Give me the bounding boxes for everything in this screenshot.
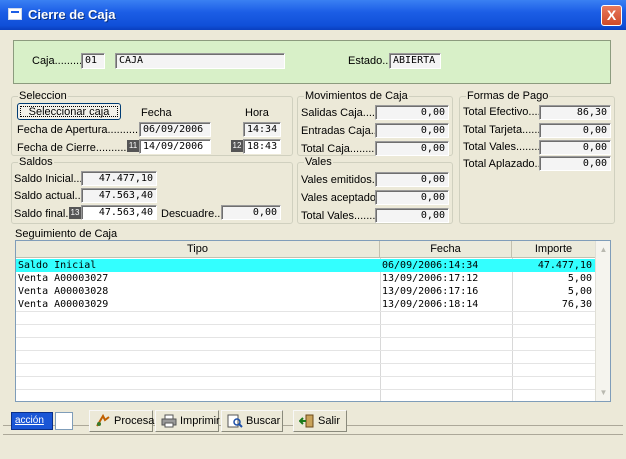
fecha-cierre-label: Fecha de Cierre.............. (17, 142, 139, 154)
row-divider (16, 376, 596, 377)
total-vales-pago-label: Total Vales........... (463, 141, 550, 153)
saldo-final-label: Saldo final.. (14, 208, 72, 220)
seleccion-title: Seleccion (18, 90, 68, 102)
fecha-header: Fecha (141, 107, 172, 119)
status-bar (3, 434, 623, 456)
title-bar[interactable]: Cierre de Caja X (0, 0, 626, 30)
row-divider (16, 350, 596, 351)
salidas-caja-field[interactable]: 0,00 (375, 105, 449, 120)
caja-name-field[interactable]: CAJA (115, 53, 285, 69)
saldo-inicial-label: Saldo Inicial.... (14, 173, 86, 185)
cell-importe: 5,00 (567, 286, 592, 297)
imprimir-button[interactable]: Imprimir (155, 410, 220, 432)
seleccionar-caja-button[interactable]: Seleccionar caja (17, 103, 121, 120)
fecha-apertura-field[interactable]: 06/09/2006 (139, 122, 211, 137)
caja-label: Caja......... (32, 55, 83, 67)
estado-field[interactable]: ABIERTA (389, 53, 441, 69)
fecha-cierre-field[interactable]: 14/09/2006 (139, 139, 211, 154)
window-icon (8, 8, 22, 20)
printer-icon (161, 414, 177, 428)
exit-door-icon (299, 414, 314, 428)
procesar-label: Procesar (114, 415, 159, 427)
row-divider (16, 324, 596, 325)
cell-fecha: 13/09/2006:17:12 (382, 273, 479, 284)
cell-importe: 5,00 (567, 273, 592, 284)
movimientos-title: Movimientos de Caja (304, 90, 409, 102)
total-aplazado-field[interactable]: 0,00 (539, 156, 611, 171)
saldo-actual-label: Saldo actual.... (14, 190, 87, 202)
cierre-de-caja-window: Cierre de Caja X Caja......... 01 CAJA E… (0, 0, 626, 459)
seleccionar-caja-label: Seleccionar caja (20, 106, 118, 118)
cell-fecha: 13/09/2006:17:16 (382, 286, 479, 297)
window-client-area: Caja......... 01 CAJA Estado.... ABIERTA… (3, 30, 623, 456)
vales-emitidos-field[interactable]: 0,00 (375, 172, 449, 187)
caja-code-field[interactable]: 01 (81, 53, 105, 69)
total-vales-pago-field[interactable]: 0,00 (539, 140, 611, 155)
seguimiento-title: Seguimiento de Caja (15, 228, 118, 240)
estado-label: Estado.... (348, 55, 395, 67)
saldos-title: Saldos (18, 156, 54, 168)
close-button[interactable]: X (601, 5, 622, 26)
total-efectivo-label: Total Efectivo....... (463, 106, 550, 118)
saldo-final-field[interactable]: 47.563,40 (81, 205, 157, 220)
entradas-caja-field[interactable]: 0,00 (375, 123, 449, 138)
cell-fecha: 13/09/2006:18:14 (382, 299, 479, 310)
procesar-button[interactable]: Procesar (89, 410, 158, 432)
row-divider (16, 363, 596, 364)
row-divider (16, 337, 596, 338)
window-title: Cierre de Caja (28, 7, 116, 22)
process-icon (96, 414, 110, 427)
buscar-button[interactable]: Buscar (221, 410, 283, 432)
table-row[interactable]: Saldo Inicial 06/09/2006:14:34 47.477,10 (16, 259, 596, 272)
table-header: Tipo Fecha Importe (16, 241, 596, 258)
scroll-down-icon[interactable]: ▼ (599, 388, 608, 397)
saldo-actual-field[interactable]: 47.563,40 (81, 188, 157, 203)
cell-tipo: Saldo Inicial (18, 260, 97, 271)
cell-importe: 76,30 (561, 299, 592, 310)
calculator-icon[interactable]: 13 (69, 207, 81, 219)
row-divider (16, 389, 596, 390)
calendar-icon[interactable]: 11 (127, 140, 139, 152)
caja-header-panel: Caja......... 01 CAJA Estado.... ABIERTA (13, 40, 611, 84)
saldo-inicial-field[interactable]: 47.477,10 (81, 171, 157, 186)
cell-tipo: Venta A00003028 (18, 286, 109, 297)
vertical-scrollbar[interactable]: ▲ ▼ (595, 241, 610, 401)
total-caja-field[interactable]: 0,00 (375, 141, 449, 156)
total-efectivo-field[interactable]: 86,30 (539, 105, 611, 120)
column-header-tipo[interactable]: Tipo (16, 241, 380, 258)
cell-fecha: 06/09/2006:14:34 (382, 260, 479, 271)
column-header-importe[interactable]: Importe (512, 241, 596, 258)
hora-apertura-field[interactable]: 14:34 (243, 122, 281, 137)
descuadre-field[interactable]: 0,00 (221, 205, 281, 220)
cell-tipo: Venta A00003029 (18, 299, 109, 310)
total-vales-field[interactable]: 0,00 (375, 208, 449, 223)
hora-cierre-field[interactable]: 18:43 (243, 139, 281, 154)
table-row[interactable]: Venta A00003029 13/09/2006:18:14 76,30 (16, 298, 596, 311)
table-row[interactable]: Venta A00003028 13/09/2006:17:16 5,00 (16, 285, 596, 298)
cell-tipo: Venta A00003027 (18, 273, 109, 284)
descuadre-label: Descuadre.. (161, 208, 221, 220)
hora-header: Hora (245, 107, 269, 119)
cell-importe: 47.477,10 (537, 260, 592, 271)
table-row[interactable]: Venta A00003027 13/09/2006:17:12 5,00 (16, 272, 596, 285)
vales-aceptados-field[interactable]: 0,00 (375, 190, 449, 205)
vales-title: Vales (304, 156, 333, 168)
salir-label: Salir (318, 415, 341, 427)
scroll-up-icon[interactable]: ▲ (599, 245, 608, 254)
search-icon (227, 414, 243, 428)
salir-button[interactable]: Salir (293, 410, 347, 432)
seguimiento-table[interactable]: Tipo Fecha Importe Saldo Inicial 06/09/2… (15, 240, 611, 402)
buscar-label: Buscar (246, 415, 281, 427)
clock-icon[interactable]: 12 (231, 140, 243, 152)
column-header-fecha[interactable]: Fecha (380, 241, 512, 258)
formas-pago-title: Formas de Pago (466, 90, 550, 102)
row-divider (16, 311, 596, 312)
total-tarjeta-label: Total Tarjeta......... (463, 124, 550, 136)
total-tarjeta-field[interactable]: 0,00 (539, 123, 611, 138)
imprimir-label: Imprimir (180, 415, 220, 427)
accion-input[interactable] (55, 412, 73, 430)
accion-button[interactable]: acción (11, 412, 53, 430)
accion-label: acción (15, 415, 44, 426)
fecha-apertura-label: Fecha de Apertura............. (17, 124, 148, 136)
